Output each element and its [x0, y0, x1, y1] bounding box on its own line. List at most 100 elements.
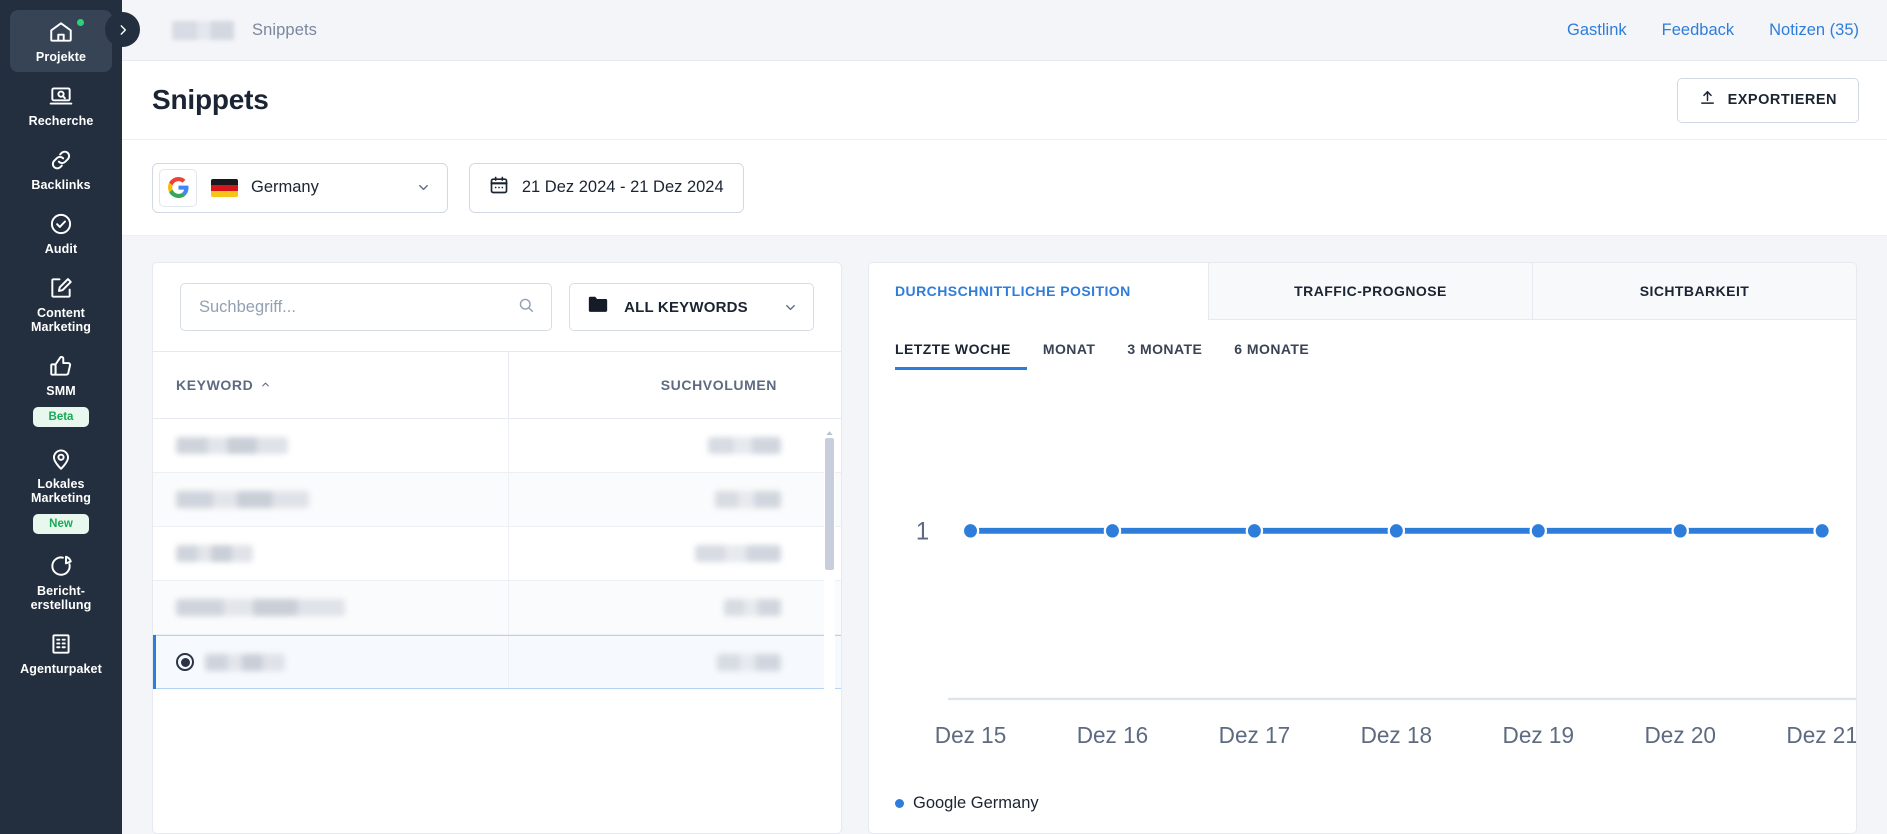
cell-keyword [153, 581, 509, 634]
range-monat[interactable]: MONAT [1027, 341, 1112, 370]
folder-select-value: ALL KEYWORDS [624, 298, 748, 316]
column-header-keyword[interactable]: KEYWORD [153, 351, 509, 419]
table-row[interactable] [153, 419, 841, 473]
sidebar-item-label: Backlinks [31, 178, 91, 192]
keywords-table-header: KEYWORD SUCHVOLUMEN [153, 351, 841, 419]
sidebar-item-recherche[interactable]: Recherche [10, 74, 112, 136]
table-row-selected[interactable] [153, 635, 841, 689]
sidebar-item-label: Audit [44, 242, 78, 256]
cell-suchvolumen [509, 491, 841, 508]
content-area: ALL KEYWORDS KEYWORD SUCHVOLUME [122, 236, 1887, 834]
volume-redacted [715, 491, 781, 508]
main-area: Snippets Gastlink Feedback Notizen (35) … [122, 0, 1887, 834]
home-icon [48, 19, 74, 45]
top-bar: Snippets Gastlink Feedback Notizen (35) [122, 0, 1887, 61]
notizen-link[interactable]: Notizen (35) [1769, 21, 1859, 40]
breadcrumb-current: Snippets [252, 20, 318, 39]
sidebar-item-label: Content Marketing [31, 306, 91, 334]
cell-keyword [153, 419, 509, 472]
range-letzte-woche[interactable]: LETZTE WOCHE [895, 341, 1027, 370]
country-engine-select[interactable]: Germany [152, 162, 448, 213]
chart-range-tabs: LETZTE WOCHE MONAT 3 MONATE 6 MONATE [869, 320, 1856, 370]
volume-redacted [708, 437, 781, 454]
table-row[interactable] [153, 581, 841, 635]
sidebar: Projekte Recherche Backlinks Audit Conte… [0, 0, 122, 834]
range-3-monate[interactable]: 3 MONATE [1111, 341, 1218, 370]
x-axis-tick-label: Dez 19 [1503, 721, 1574, 747]
export-button[interactable]: EXPORTIEREN [1676, 77, 1859, 123]
table-scrollbar[interactable] [824, 425, 835, 823]
cell-suchvolumen [509, 545, 841, 562]
x-axis-tick-label: Dez 21 [1786, 721, 1856, 747]
sidebar-badge-beta: Beta [32, 407, 90, 427]
cell-keyword [153, 473, 509, 526]
link-icon [48, 147, 74, 173]
sidebar-item-label: Recherche [28, 114, 94, 128]
column-header-suchvolumen-label: SUCHVOLUMEN [660, 377, 777, 393]
chart-legend: Google Germany [869, 794, 1856, 833]
calendar-icon [489, 175, 509, 200]
sidebar-item-agenturpaket[interactable]: Agenturpaket [10, 622, 112, 684]
sidebar-item-audit[interactable]: Audit [10, 202, 112, 264]
tab-sichtbarkeit[interactable]: SICHTBARKEIT [1532, 263, 1856, 320]
sidebar-item-berichterstellung[interactable]: Bericht-erstellung [10, 544, 112, 620]
x-axis-tick-label: Dez 20 [1644, 721, 1715, 747]
sidebar-item-projekte[interactable]: Projekte [10, 10, 112, 72]
sidebar-item-lokales-marketing[interactable]: Lokales Marketing New [10, 437, 112, 542]
x-axis-tick-label: Dez 16 [1077, 721, 1148, 747]
check-circle-icon [48, 211, 74, 237]
filter-bar: Germany 21 Dez 2024 - 21 Dez 2024 [122, 140, 1887, 236]
x-axis-tick-label: Dez 17 [1219, 721, 1290, 747]
thumbs-up-icon [48, 353, 74, 379]
folder-select[interactable]: ALL KEYWORDS [569, 283, 814, 331]
top-bar-links: Gastlink Feedback Notizen (35) [1567, 21, 1859, 40]
sidebar-collapse-button[interactable] [105, 12, 140, 47]
legend-color-dot [895, 799, 904, 808]
feedback-link[interactable]: Feedback [1662, 21, 1734, 40]
x-axis-tick-label: Dez 18 [1361, 721, 1432, 747]
search-box[interactable] [180, 283, 553, 331]
scrollbar-thumb[interactable] [825, 438, 834, 570]
chart-panel: DURCHSCHNITTLICHE POSITION TRAFFIC-PROGN… [868, 262, 1857, 834]
date-range-picker[interactable]: 21 Dez 2024 - 21 Dez 2024 [468, 162, 744, 213]
position-line-chart[interactable]: 1 Dez 15 Dez 16 Dez 17 Dez 18 Dez 19 Dez 20 De… [869, 370, 1856, 794]
volume-redacted [717, 653, 781, 671]
folder-icon [587, 295, 609, 319]
volume-redacted [695, 545, 781, 562]
sidebar-item-smm[interactable]: SMM Beta [10, 344, 112, 435]
keyword-redacted [176, 599, 345, 616]
breadcrumb: Snippets [172, 20, 318, 40]
sidebar-item-backlinks[interactable]: Backlinks [10, 138, 112, 200]
sidebar-item-label: Lokales Marketing [31, 477, 91, 505]
location-pin-icon [48, 446, 74, 472]
range-6-monate[interactable]: 6 MONATE [1218, 341, 1325, 370]
table-row[interactable] [153, 527, 841, 581]
search-input[interactable] [199, 297, 518, 317]
column-header-suchvolumen[interactable]: SUCHVOLUMEN [509, 351, 841, 419]
status-dot [77, 19, 84, 26]
gastlink-link[interactable]: Gastlink [1567, 21, 1627, 40]
legend-label: Google Germany [913, 794, 1039, 812]
cell-suchvolumen [509, 437, 841, 454]
page-header: Snippets EXPORTIEREN [122, 61, 1887, 140]
tab-traffic-prognose[interactable]: TRAFFIC-PROGNOSE [1208, 263, 1532, 320]
building-icon [48, 631, 74, 657]
sidebar-item-label: Agenturpaket [20, 662, 102, 676]
chevron-right-icon [116, 23, 130, 37]
country-select-value: Germany [251, 178, 319, 196]
keyword-redacted [176, 491, 309, 508]
breadcrumb-project-redacted[interactable] [172, 20, 234, 40]
page-title: Snippets [152, 84, 269, 115]
sidebar-item-content-marketing[interactable]: Content Marketing [10, 266, 112, 342]
chevron-down-icon [783, 300, 798, 315]
export-button-label: EXPORTIEREN [1727, 92, 1837, 108]
keyword-redacted [176, 437, 288, 454]
search-icon[interactable] [517, 296, 535, 319]
date-range-value: 21 Dez 2024 - 21 Dez 2024 [521, 178, 724, 196]
tab-durchschnittliche-position[interactable]: DURCHSCHNITTLICHE POSITION [869, 263, 1208, 320]
edit-square-icon [48, 275, 74, 301]
table-row[interactable] [153, 473, 841, 527]
row-radio-button[interactable] [176, 653, 194, 671]
sidebar-item-label: Projekte [35, 50, 87, 64]
keywords-panel: ALL KEYWORDS KEYWORD SUCHVOLUME [152, 262, 842, 834]
